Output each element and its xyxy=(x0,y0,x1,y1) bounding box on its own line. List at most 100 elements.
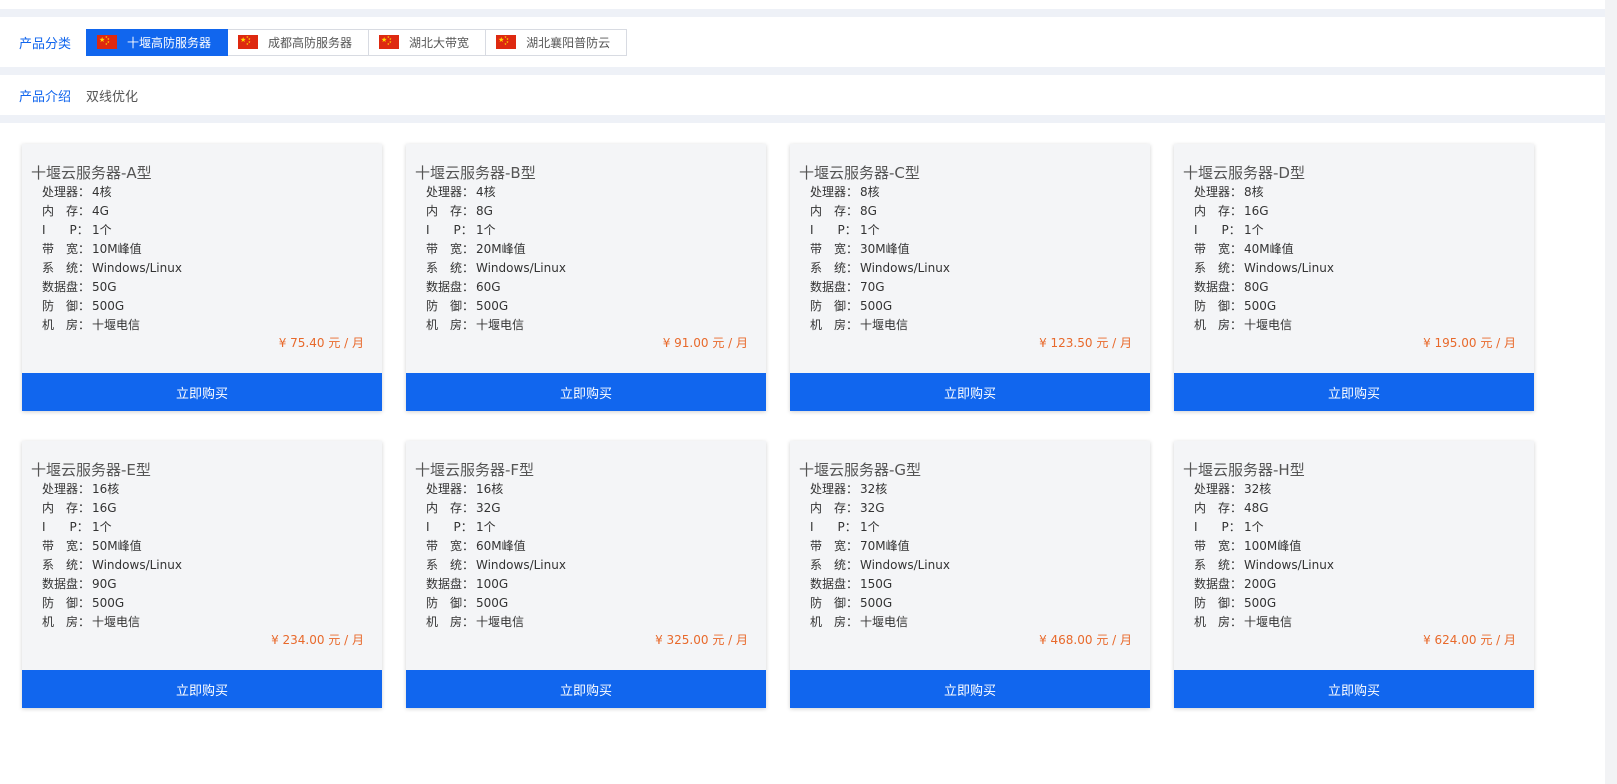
buy-now-button[interactable]: 立即购买 xyxy=(1174,670,1534,708)
spec-key: 内 存： xyxy=(1194,204,1243,218)
spec-key: 数据盘： xyxy=(42,280,91,294)
spec-value: 32G xyxy=(860,501,885,515)
spec-list: 处理器： 32核内 存： 48G I P： 1个带 宽： 100M峰值系 统： Window… xyxy=(1194,480,1334,632)
spec-row: 机 房： 十堰电信 xyxy=(426,316,566,335)
spec-value: 1个 xyxy=(92,223,112,237)
spec-row: 系 统： Windows/Linux xyxy=(426,556,566,575)
spec-key: I P： xyxy=(810,520,857,534)
spec-key: 机 房： xyxy=(42,615,91,629)
category-tab[interactable]: ★ ★ ★ ★ ★ 湖北襄阳普防云 xyxy=(486,28,628,56)
buy-now-button[interactable]: 立即购买 xyxy=(406,373,766,411)
spec-value: 十堰电信 xyxy=(1244,318,1293,332)
buy-now-button[interactable]: 立即购买 xyxy=(406,670,766,708)
spec-value: 90G xyxy=(92,577,117,591)
spec-row: 系 统： Windows/Linux xyxy=(1194,556,1334,575)
spec-value: 50M峰值 xyxy=(92,539,142,553)
spec-value: 1个 xyxy=(476,223,496,237)
spec-row: 系 统： Windows/Linux xyxy=(810,259,950,278)
spec-value: 200G xyxy=(1244,577,1277,591)
spec-key: 内 存： xyxy=(810,204,859,218)
category-tab-label: 湖北大带宽 xyxy=(409,35,470,50)
spec-value: 1个 xyxy=(92,520,112,534)
spec-value: 500G xyxy=(92,299,125,313)
spec-key: 系 统： xyxy=(1194,261,1243,275)
spec-key: 机 房： xyxy=(810,615,859,629)
china-flag-icon: ★ ★ ★ ★ ★ xyxy=(379,35,400,49)
spec-value: Windows/Linux xyxy=(860,558,950,572)
spec-value: 100M峰值 xyxy=(1244,539,1302,553)
spec-row: 防 御： 500G xyxy=(42,594,182,613)
spec-key: 处理器： xyxy=(810,185,859,199)
spec-value: 40M峰值 xyxy=(1244,242,1294,256)
spec-key: 数据盘： xyxy=(42,577,91,591)
spec-row: I P： 1个 xyxy=(426,221,566,240)
spec-value: 8G xyxy=(860,204,877,218)
spec-value: 500G xyxy=(476,299,509,313)
spec-key: I P： xyxy=(426,223,473,237)
spec-row: 内 存： 16G xyxy=(1194,202,1334,221)
spec-value: 十堰电信 xyxy=(92,318,141,332)
spec-value: Windows/Linux xyxy=(1244,261,1334,275)
product-title: 十堰云服务器-E型 xyxy=(31,461,151,479)
spec-row: 带 宽： 100M峰值 xyxy=(1194,537,1334,556)
spec-row: 机 房： 十堰电信 xyxy=(42,613,182,632)
spec-key: I P： xyxy=(1194,223,1241,237)
category-tab[interactable]: ★ ★ ★ ★ ★ 成都高防服务器 xyxy=(228,28,370,56)
product-card: 十堰云服务器-A型 处理器： 4核内 存： 4G I P： 1个带 宽： 10M峰值系 统：… xyxy=(22,144,382,411)
spec-row: 处理器： 32核 xyxy=(810,480,950,499)
spec-key: 带 宽： xyxy=(1194,539,1243,553)
spec-key: I P： xyxy=(426,520,473,534)
spec-key: 带 宽： xyxy=(426,242,475,256)
spec-value: Windows/Linux xyxy=(92,558,182,572)
product-title: 十堰云服务器-B型 xyxy=(415,164,536,182)
spec-row: 带 宽： 30M峰值 xyxy=(810,240,950,259)
product-title: 十堰云服务器-G型 xyxy=(799,461,922,479)
spec-key: 内 存： xyxy=(426,501,475,515)
buy-now-button[interactable]: 立即购买 xyxy=(790,373,1150,411)
spec-row: 防 御： 500G xyxy=(1194,594,1334,613)
spec-row: 带 宽： 10M峰值 xyxy=(42,240,182,259)
product-title: 十堰云服务器-H型 xyxy=(1183,461,1305,479)
spec-row: 内 存： 16G xyxy=(42,499,182,518)
spec-row: 机 房： 十堰电信 xyxy=(426,613,566,632)
category-bar: 产品分类 ★ ★ ★ ★ ★ 十堰高防服务器 ★ ★ ★ ★ ★ 成都高防服务器 ★ ★ ★ ★ ★ 湖北大带宽 ★… xyxy=(0,17,1605,67)
spec-key: 处理器： xyxy=(426,482,475,496)
spec-key: 机 房： xyxy=(810,318,859,332)
buy-now-button[interactable]: 立即购买 xyxy=(22,373,382,411)
spec-row: 系 统： Windows/Linux xyxy=(426,259,566,278)
spec-row: 机 房： 十堰电信 xyxy=(1194,316,1334,335)
spec-value: 10M峰值 xyxy=(92,242,142,256)
spec-value: 1个 xyxy=(1244,223,1264,237)
spec-row: I P： 1个 xyxy=(426,518,566,537)
category-tab-label: 成都高防服务器 xyxy=(268,35,353,50)
spec-row: I P： 1个 xyxy=(810,221,950,240)
spec-list: 处理器： 32核内 存： 32G I P： 1个带 宽： 70M峰值系 统： Windows… xyxy=(810,480,950,632)
buy-now-button[interactable]: 立即购买 xyxy=(790,670,1150,708)
scrollbar-track[interactable] xyxy=(1605,0,1617,784)
product-card: 十堰云服务器-D型 处理器： 8核内 存： 16G I P： 1个带 宽： 40M峰值系 统… xyxy=(1174,144,1534,411)
spec-value: 十堰电信 xyxy=(860,615,909,629)
spec-value: 32核 xyxy=(1244,482,1272,496)
spec-list: 处理器： 4核内 存： 4G I P： 1个带 宽： 10M峰值系 统： Windows/L… xyxy=(42,183,182,335)
price-label: ¥ 75.40 元 / 月 xyxy=(278,336,364,350)
spec-key: 机 房： xyxy=(1194,615,1243,629)
spec-row: 内 存： 32G xyxy=(426,499,566,518)
spec-list: 处理器： 4核内 存： 8G I P： 1个带 宽： 20M峰值系 统： Windows/L… xyxy=(426,183,566,335)
spec-key: 数据盘： xyxy=(426,577,475,591)
spec-row: 带 宽： 50M峰值 xyxy=(42,537,182,556)
product-card: 十堰云服务器-G型 处理器： 32核内 存： 32G I P： 1个带 宽： 70M峰值系 … xyxy=(790,441,1150,708)
category-tab[interactable]: ★ ★ ★ ★ ★ 十堰高防服务器 xyxy=(86,28,229,56)
spec-value: 16G xyxy=(1244,204,1269,218)
spec-list: 处理器： 16核内 存： 16G I P： 1个带 宽： 50M峰值系 统： Windows… xyxy=(42,480,182,632)
spec-value: 48G xyxy=(1244,501,1269,515)
spec-key: 系 统： xyxy=(810,261,859,275)
spec-value: 500G xyxy=(1244,299,1277,313)
product-title: 十堰云服务器-A型 xyxy=(31,164,152,182)
spec-key: 内 存： xyxy=(810,501,859,515)
category-tab[interactable]: ★ ★ ★ ★ ★ 湖北大带宽 xyxy=(369,28,487,56)
buy-now-button[interactable]: 立即购买 xyxy=(1174,373,1534,411)
spec-key: 处理器： xyxy=(42,185,91,199)
spec-row: 机 房： 十堰电信 xyxy=(810,316,950,335)
spec-row: 带 宽： 60M峰值 xyxy=(426,537,566,556)
buy-now-button[interactable]: 立即购买 xyxy=(22,670,382,708)
